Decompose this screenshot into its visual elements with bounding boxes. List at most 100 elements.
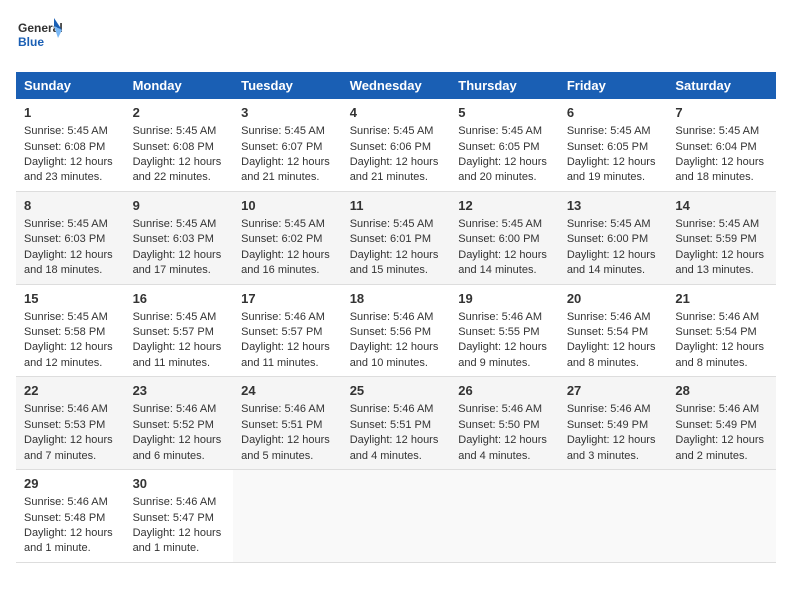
sunset-text: Sunset: 6:08 PM (24, 141, 105, 153)
sunset-text: Sunset: 5:48 PM (24, 512, 105, 524)
calendar-cell (559, 470, 668, 563)
sunrise-text: Sunrise: 5:45 AM (24, 311, 108, 323)
daylight-label: Daylight: 12 hours and 7 minutes. (24, 434, 113, 461)
daylight-label: Daylight: 12 hours and 21 minutes. (350, 156, 439, 183)
calendar-cell: 26Sunrise: 5:46 AMSunset: 5:50 PMDayligh… (450, 377, 559, 470)
daylight-label: Daylight: 12 hours and 22 minutes. (133, 156, 222, 183)
day-number: 12 (458, 197, 551, 215)
logo: General Blue (16, 16, 66, 60)
calendar-cell: 5 Sunrise: 5:45 AM Sunset: 6:05 PM Daylight… (450, 99, 559, 191)
day-number: 2 (133, 104, 226, 122)
sunset-text: Sunset: 6:03 PM (133, 233, 214, 245)
daylight-label: Daylight: 12 hours and 18 minutes. (24, 249, 113, 276)
calendar-cell: 8Sunrise: 5:45 AMSunset: 6:03 PMDaylight… (16, 191, 125, 284)
sunset-text: Sunset: 6:07 PM (241, 141, 322, 153)
sunrise-text: Sunrise: 5:45 AM (133, 125, 217, 137)
daylight-label: Daylight: 12 hours and 2 minutes. (675, 434, 764, 461)
header-sunday: Sunday (16, 72, 125, 99)
daylight-label: Daylight: 12 hours and 1 minute. (133, 527, 222, 554)
calendar-cell: 7Sunrise: 5:45 AMSunset: 6:04 PMDaylight… (667, 99, 776, 191)
day-number: 9 (133, 197, 226, 215)
sunset-text: Sunset: 5:54 PM (567, 326, 648, 338)
calendar-cell: 20Sunrise: 5:46 AMSunset: 5:54 PMDayligh… (559, 284, 668, 377)
day-number: 16 (133, 290, 226, 308)
day-number: 20 (567, 290, 660, 308)
daylight-label: Daylight: 12 hours and 12 minutes. (24, 341, 113, 368)
sunrise-text: Sunrise: 5:46 AM (241, 311, 325, 323)
sunset-text: Sunset: 5:50 PM (458, 419, 539, 431)
sunrise-text: Sunrise: 5:45 AM (133, 311, 217, 323)
day-number: 18 (350, 290, 443, 308)
day-number: 26 (458, 382, 551, 400)
header-friday: Friday (559, 72, 668, 99)
daylight-label: Daylight: 12 hours and 6 minutes. (133, 434, 222, 461)
day-number: 13 (567, 197, 660, 215)
calendar-cell: 4Sunrise: 5:45 AMSunset: 6:06 PMDaylight… (342, 99, 451, 191)
day-number: 25 (350, 382, 443, 400)
day-number: 1 (24, 104, 117, 122)
calendar-cell: 28Sunrise: 5:46 AMSunset: 5:49 PMDayligh… (667, 377, 776, 470)
day-number: 27 (567, 382, 660, 400)
day-number: 5 (458, 104, 551, 122)
calendar-cell: 6Sunrise: 5:45 AMSunset: 6:05 PMDaylight… (559, 99, 668, 191)
sunset-text: Sunset: 6:04 PM (675, 141, 756, 153)
calendar-cell: 11Sunrise: 5:45 AMSunset: 6:01 PMDayligh… (342, 191, 451, 284)
calendar-cell: 1Sunrise: 5:45 AMSunset: 6:08 PMDaylight… (16, 99, 125, 191)
sunrise-text: Sunrise: 5:45 AM (350, 125, 434, 137)
sunrise-text: Sunrise: 5:46 AM (675, 311, 759, 323)
sunrise-text: Sunrise: 5:45 AM (567, 125, 651, 137)
day-number: 21 (675, 290, 768, 308)
daylight-label: Daylight: 12 hours and 8 minutes. (675, 341, 764, 368)
daylight-label: Daylight: 12 hours and 10 minutes. (350, 341, 439, 368)
sunrise-text: Sunrise: 5:45 AM (350, 218, 434, 230)
sunset-text: Sunset: 6:08 PM (133, 141, 214, 153)
svg-text:Blue: Blue (18, 35, 44, 49)
daylight-label: Daylight: 12 hours and 8 minutes. (567, 341, 656, 368)
sunset-text: Sunset: 6:02 PM (241, 233, 322, 245)
calendar-cell: 17Sunrise: 5:46 AMSunset: 5:57 PMDayligh… (233, 284, 342, 377)
calendar-week-row: 15Sunrise: 5:45 AMSunset: 5:58 PMDayligh… (16, 284, 776, 377)
sunset-text: Sunset: 5:52 PM (133, 419, 214, 431)
calendar-header-row: SundayMondayTuesdayWednesdayThursdayFrid… (16, 72, 776, 99)
sunrise-text: Sunrise: 5:45 AM (458, 125, 542, 137)
calendar-cell: 30Sunrise: 5:46 AMSunset: 5:47 PMDayligh… (125, 470, 234, 563)
page-header: General Blue (16, 16, 776, 60)
sunset-text: Sunset: 5:54 PM (675, 326, 756, 338)
sunset-text: Sunset: 5:59 PM (675, 233, 756, 245)
calendar-week-row: 1 Sunrise: 5:45 AM Sunset: 6:08 PM Daylight… (16, 99, 776, 191)
day-number: 14 (675, 197, 768, 215)
header-monday: Monday (125, 72, 234, 99)
sunset-text: Sunset: 5:47 PM (133, 512, 214, 524)
calendar-cell: 18Sunrise: 5:46 AMSunset: 5:56 PMDayligh… (342, 284, 451, 377)
calendar-cell: 19Sunrise: 5:46 AMSunset: 5:55 PMDayligh… (450, 284, 559, 377)
sunset-text: Sunset: 5:57 PM (241, 326, 322, 338)
sunrise-text: Sunrise: 5:46 AM (675, 403, 759, 415)
calendar-cell (342, 470, 451, 563)
daylight-label: Daylight: 12 hours and 9 minutes. (458, 341, 547, 368)
daylight-label: Daylight: 12 hours and 11 minutes. (133, 341, 222, 368)
calendar-cell: 9Sunrise: 5:45 AMSunset: 6:03 PMDaylight… (125, 191, 234, 284)
day-number: 30 (133, 475, 226, 493)
daylight-label: Daylight: 12 hours and 20 minutes. (458, 156, 547, 183)
sunrise-text: Sunrise: 5:45 AM (241, 218, 325, 230)
daylight-label: Daylight: 12 hours and 14 minutes. (458, 249, 547, 276)
daylight-label: Daylight: 12 hours and 5 minutes. (241, 434, 330, 461)
calendar-cell: 3Sunrise: 5:45 AMSunset: 6:07 PMDaylight… (233, 99, 342, 191)
daylight-label: Daylight: 12 hours and 21 minutes. (241, 156, 330, 183)
sunrise-text: Sunrise: 5:45 AM (24, 125, 108, 137)
sunset-text: Sunset: 6:05 PM (458, 141, 539, 153)
header-thursday: Thursday (450, 72, 559, 99)
sunset-text: Sunset: 5:55 PM (458, 326, 539, 338)
sunrise-text: Sunrise: 5:45 AM (567, 218, 651, 230)
sunrise-text: Sunrise: 5:45 AM (133, 218, 217, 230)
day-number: 10 (241, 197, 334, 215)
calendar-cell: 21 Sunrise: 5:46 AM Sunset: 5:54 PM Dayligh… (667, 284, 776, 377)
calendar-cell: 2 Sunrise: 5:45 AM Sunset: 6:08 PM Daylight… (125, 99, 234, 191)
day-number: 17 (241, 290, 334, 308)
calendar-cell: 15Sunrise: 5:45 AMSunset: 5:58 PMDayligh… (16, 284, 125, 377)
sunrise-text: Sunrise: 5:46 AM (567, 403, 651, 415)
calendar-cell: 29Sunrise: 5:46 AMSunset: 5:48 PMDayligh… (16, 470, 125, 563)
sunset-text: Sunset: 5:49 PM (567, 419, 648, 431)
daylight-label: Daylight: 12 hours and 13 minutes. (675, 249, 764, 276)
header-tuesday: Tuesday (233, 72, 342, 99)
